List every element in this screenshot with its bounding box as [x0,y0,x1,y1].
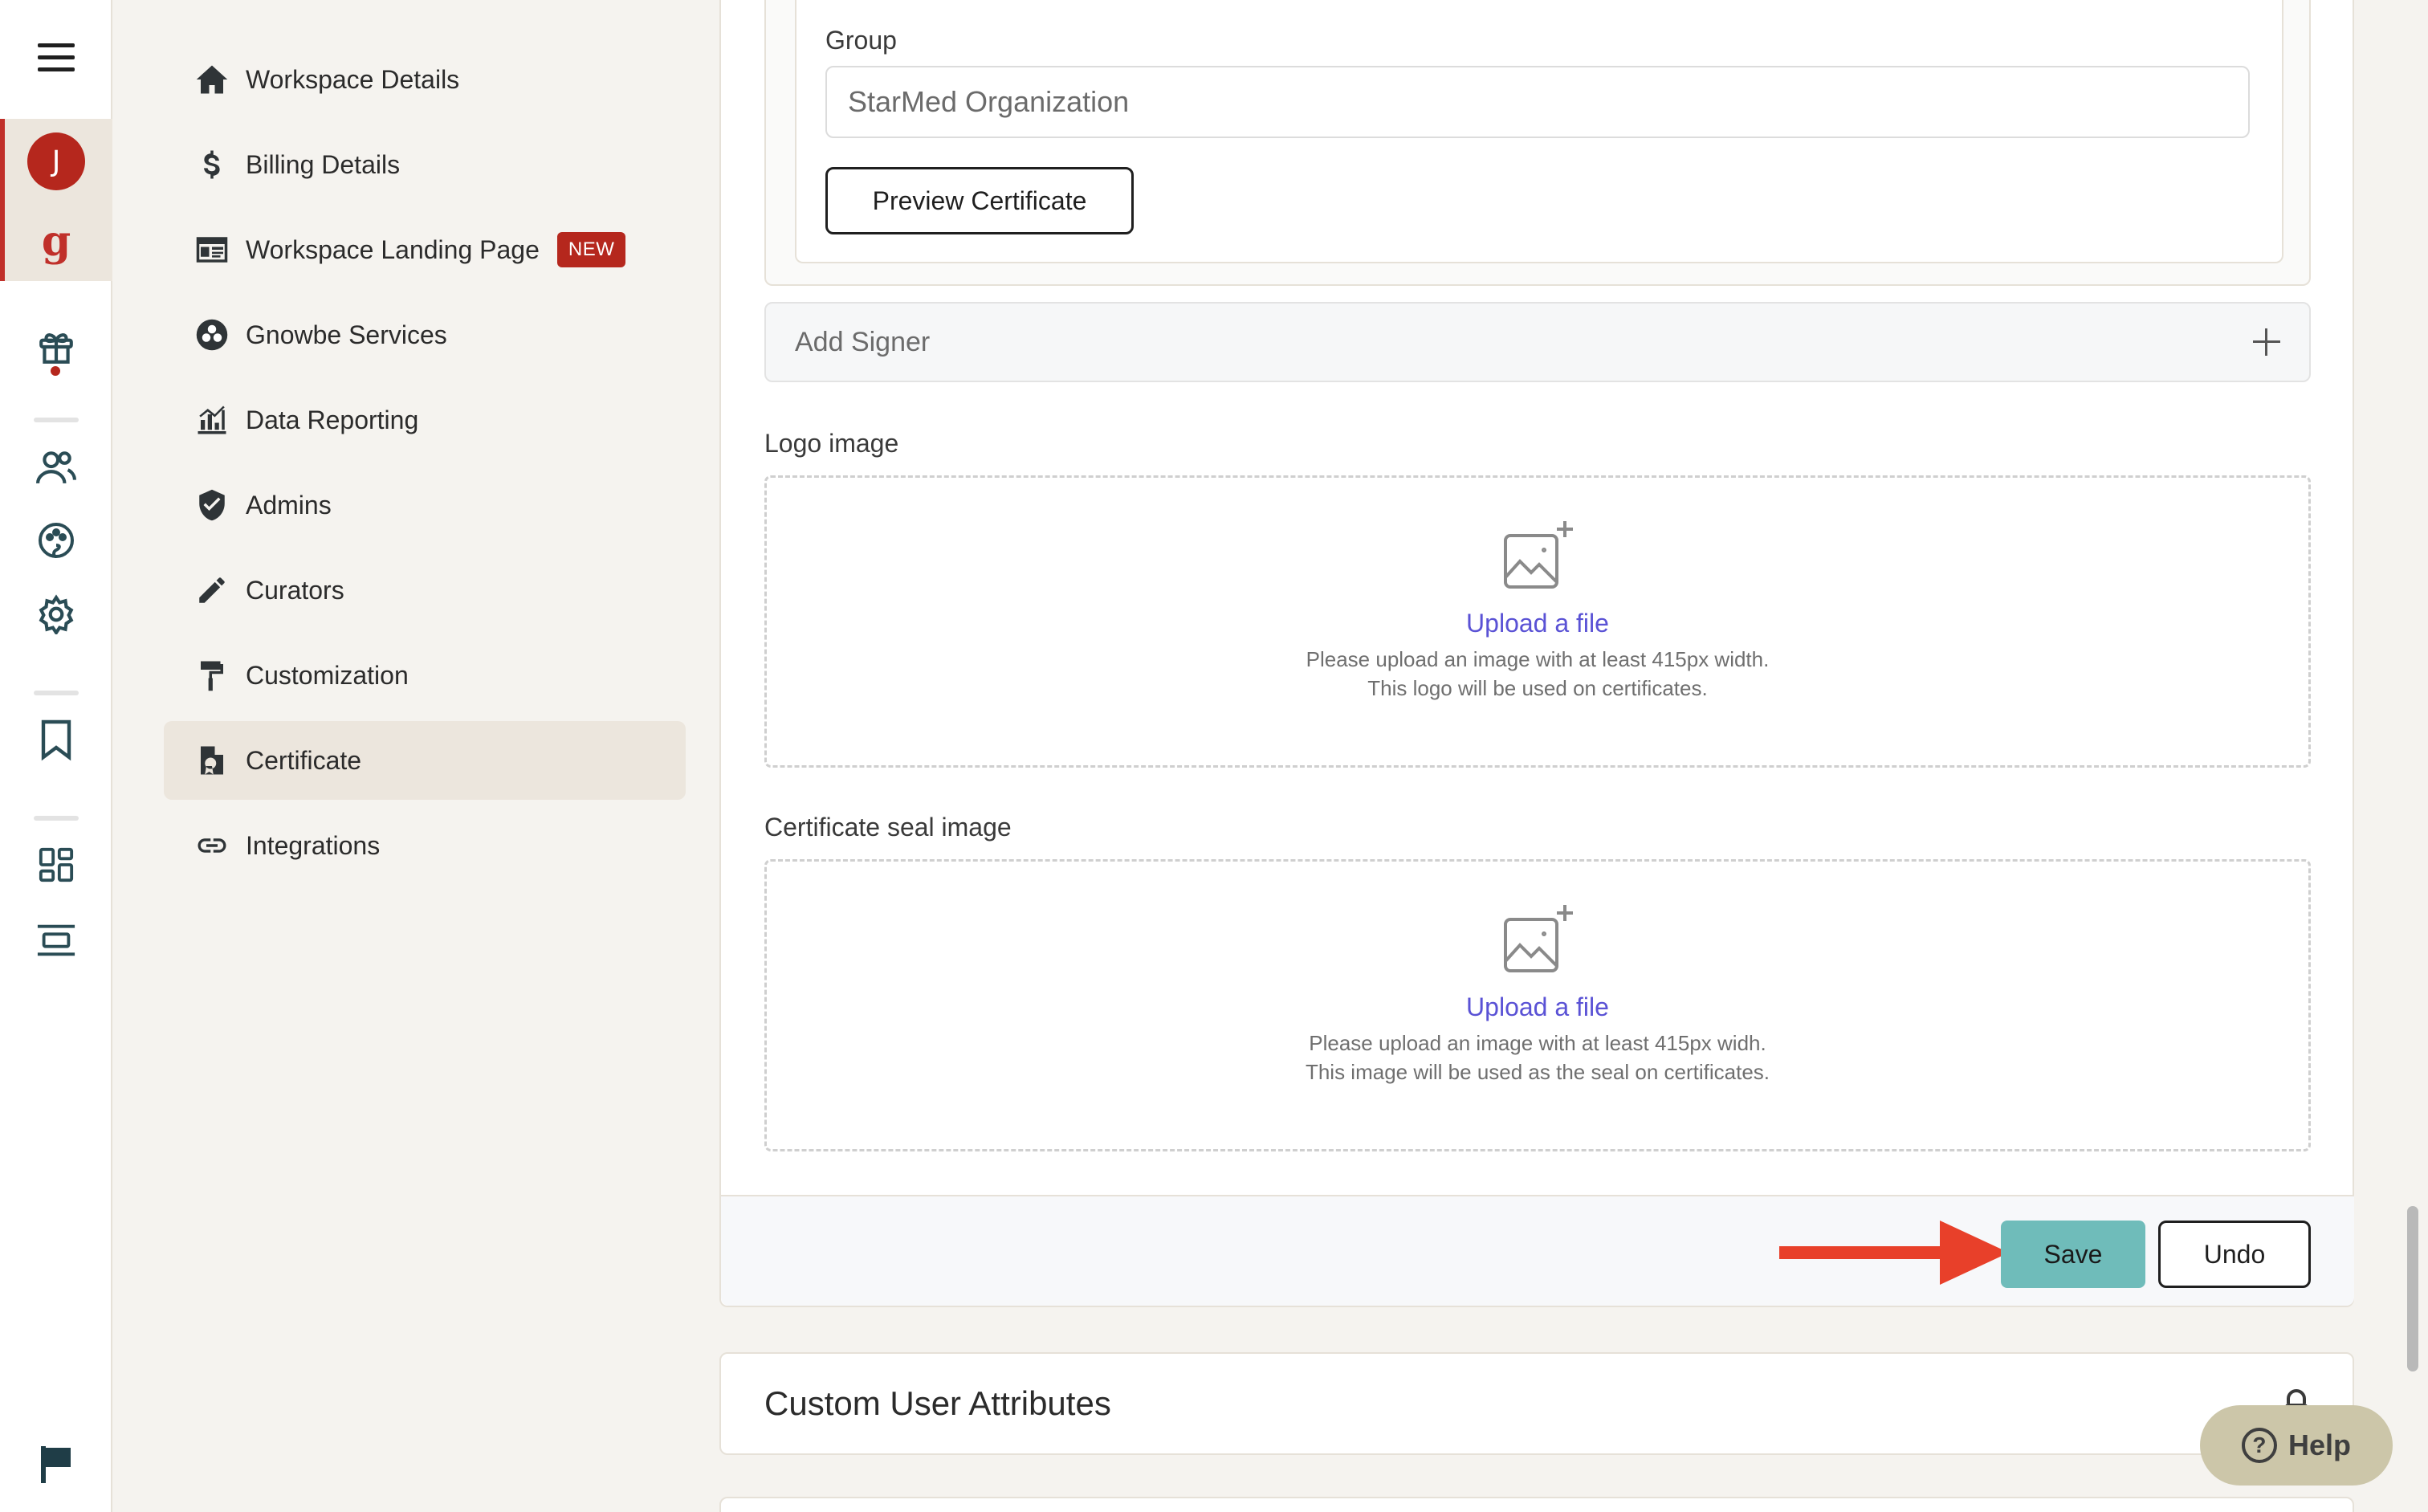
help-label: Help [2287,1428,2351,1461]
save-button[interactable]: Save [2001,1221,2145,1288]
hint-line: Please upload an image with at least 415… [1309,1031,1766,1055]
next-section-card [719,1497,2354,1512]
nav-item-label: Integrations [246,830,381,860]
nav-item-curators[interactable]: Curators [164,551,686,630]
group-input[interactable]: StarMed Organization [825,66,2250,138]
paint-roller-icon [193,656,231,695]
rail-avatar-item[interactable]: J [0,130,112,193]
nav-item-label: Workspace Landing Page [246,234,540,264]
nav-item-label: Curators [246,575,344,605]
add-signer-row[interactable]: Add Signer [764,302,2311,382]
image-add-icon [1501,520,1575,594]
logo-upload-link[interactable]: Upload a file [1466,609,1609,638]
signer-section: Group StarMed Organization Preview Certi… [764,0,2311,286]
nav-item-label: Workspace Details [246,64,460,94]
nav-item-label: Data Reporting [246,405,419,434]
nav-item-workspace-landing-page[interactable]: Workspace Landing Page NEW [164,210,686,289]
nav-item-admins[interactable]: Admins [164,466,686,544]
notification-dot [51,366,60,376]
nav-item-billing-details[interactable]: Billing Details [164,125,686,204]
left-rail: J g [0,0,112,1512]
shield-icon [193,486,231,524]
help-icon: ? [2241,1428,2277,1463]
chart-icon [193,401,231,439]
hint-line: This logo will be used on certificates. [1367,676,1708,700]
certificate-settings-card: Group StarMed Organization Preview Certi… [719,0,2354,1307]
nav-item-workspace-details[interactable]: Workspace Details [164,40,686,119]
preview-certificate-button[interactable]: Preview Certificate [825,167,1134,234]
nav-item-label: Billing Details [246,149,401,179]
help-button[interactable]: ? Help [2200,1405,2393,1486]
menu-icon[interactable] [0,32,112,84]
bookmark-icon[interactable] [0,716,112,763]
seal-upload-dropzone[interactable]: Upload a file Please upload an image wit… [764,859,2311,1151]
hint-line: This image will be used as the seal on c… [1305,1060,1770,1084]
hint-line: Please upload an image with at least 415… [1306,647,1770,671]
nav-item-certificate[interactable]: Certificate [164,721,686,800]
services-icon [193,316,231,354]
rail-divider [34,691,79,695]
undo-button[interactable]: Undo [2158,1221,2311,1288]
pencil-icon [193,571,231,609]
nav-item-label: Gnowbe Services [246,320,447,349]
plus-icon[interactable] [2253,328,2280,356]
annotation-arrow-icon [1779,1221,2009,1285]
gnowbe-logo-icon: g [41,216,71,266]
avatar[interactable]: J [27,132,85,190]
nav-item-gnowbe-services[interactable]: Gnowbe Services [164,295,686,374]
image-add-icon [1501,903,1575,978]
nav-item-data-reporting[interactable]: Data Reporting [164,381,686,459]
custom-user-attributes-card[interactable]: Custom User Attributes [719,1352,2354,1455]
section-title: Custom User Attributes [764,1384,1111,1422]
seal-image-label: Certificate seal image [764,813,1012,842]
seal-upload-link[interactable]: Upload a file [1466,992,1609,1022]
certificate-icon [193,741,231,780]
settings-icon[interactable] [0,594,112,634]
rail-divider [34,816,79,821]
palette-icon[interactable] [0,520,112,560]
scrollbar-thumb[interactable] [2407,1206,2418,1371]
layout-icon[interactable] [0,920,112,960]
logo-upload-dropzone[interactable]: Upload a file Please upload an image wit… [764,475,2311,768]
link-icon [193,826,231,865]
dashboard-icon[interactable] [0,845,112,885]
nav-item-label: Certificate [246,745,362,775]
form-footer: Save Undo [721,1195,2354,1306]
rail-divider [34,418,79,422]
logo-upload-hint: Please upload an image with at least 415… [1306,645,1770,703]
group-label: Group [825,26,897,55]
nav-item-label: Admins [246,490,332,520]
landing-page-icon [193,230,231,269]
nav-item-customization[interactable]: Customization [164,636,686,715]
workspace-logo[interactable]: g [0,210,112,271]
logo-image-label: Logo image [764,429,899,458]
add-signer-label: Add Signer [795,326,931,357]
flag-icon[interactable] [0,1442,112,1486]
nav-item-label: Customization [246,660,409,690]
home-icon [193,60,231,99]
new-badge: NEW [556,232,626,267]
seal-upload-hint: Please upload an image with at least 415… [1306,1029,1770,1086]
dollar-icon [193,145,231,184]
nav-item-integrations[interactable]: Integrations [164,806,686,885]
users-icon[interactable] [0,446,112,487]
signer-form: Group StarMed Organization Preview Certi… [795,0,2283,263]
